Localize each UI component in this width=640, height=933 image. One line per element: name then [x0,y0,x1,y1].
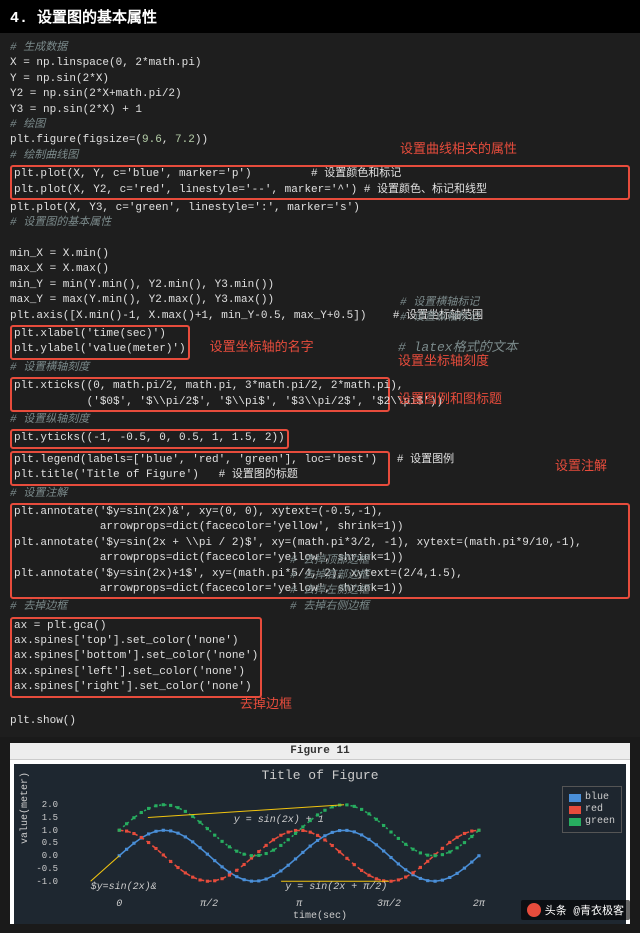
figure-window-title: Figure 11 [10,743,630,760]
chart-annotation: $y=sin(2x)& [91,882,157,893]
legend-item-red: red [569,804,615,815]
code-comment: # 设置横轴刻度 [10,361,630,376]
chart-ytick: 0.0 [32,851,58,861]
annotation-legend-title: 设置图例和图标题 [398,391,502,409]
code-line: plt.plot(X, Y, c='blue', marker='p') # 设… [14,167,626,182]
code-line: plt.annotate('$y=sin(2x)&', xy=(0, 0), x… [14,505,626,520]
highlight-box-xticks: plt.xticks((0, math.pi/2, math.pi, 3*mat… [10,377,390,412]
code-comment: # 设置纵轴刻度 [10,413,630,428]
chart-ylabel: value(meter) [20,772,31,844]
section-header: 4. 设置图的基本属性 [0,0,640,33]
code-line: min_X = X.min() [10,247,630,262]
annotation-axis-names: 设置坐标轴的名字 [210,340,314,355]
code-comment: # 绘制曲线图 [10,149,630,164]
chart-annotation: y = sin(2x) + 1 [234,815,324,826]
code-comment: # 去掉右侧边框 [290,600,369,615]
code-comment: # 去掉底部边框 [290,569,369,584]
chart-xtick: π/2 [200,899,218,910]
code-line: plt.annotate('$y=sin(2x + \\pi / 2)$', x… [14,536,626,551]
code-line: ax.spines['right'].set_color('none') [14,680,258,695]
code-line: plt.plot(X, Y3, c='green', linestyle=':'… [10,201,630,216]
annotation-axis-ticks: 设置坐标轴刻度 [398,353,489,371]
chart-ytick: -1.0 [32,877,58,887]
code-line: plt.plot(X, Y2, c='red', linestyle='--',… [14,183,626,198]
code-line: ax.spines['bottom'].set_color('none') [14,649,258,664]
code-line: arrowprops=dict(facecolor='yellow', shri… [14,520,626,535]
attribution-text: 头条 @青衣极客 [545,902,624,918]
code-line: plt.yticks((-1, -0.5, 0, 0.5, 1, 1.5, 2)… [14,432,285,444]
code-line: Y = np.sin(2*X) [10,72,630,87]
chart-xtick: 0 [116,899,122,910]
chart-title: Title of Figure [14,764,626,783]
code-comment: # 生成数据 [10,41,630,56]
annotation-curve-props: 设置曲线相关的属性 [400,141,517,159]
figure-window: Figure 11 Title of Figure value(meter) -… [10,743,630,924]
code-line: plt.axis([X.min()-1, X.max()+1, min_Y-0.… [10,309,630,324]
code-comment: # 设置图的基本属性 [10,216,630,231]
code-line: min_Y = min(Y.min(), Y2.min(), Y3.min()) [10,278,630,293]
chart-ytick: 1.0 [32,826,58,836]
highlight-box-yticks: plt.yticks((-1, -0.5, 0, 0.5, 1, 1.5, 2)… [10,429,289,448]
code-comment: # 设置横轴标记 [400,296,479,311]
code-line: max_Y = max(Y.min(), Y2.max(), Y3.max()) [10,293,630,308]
chart-svg [62,792,536,894]
code-block: # 生成数据 X = np.linspace(0, 2*math.pi) Y =… [0,33,640,737]
code-line: plt.title('Title of Figure') # 设置图的标题 [14,468,386,483]
annotation-annotate: 设置注解 [555,458,607,476]
code-comment: # 去掉顶部边框 [290,554,369,569]
chart-ytick: 0.5 [32,838,58,848]
code-line: plt.legend(labels=['blue', 'red', 'green… [14,453,386,468]
code-line: plt.xticks((0, math.pi/2, math.pi, 3*mat… [14,379,386,394]
attribution-badge: 头条 @青衣极客 [521,900,630,920]
code-line: max_X = X.max() [10,262,630,277]
chart-xtick: π [296,899,302,910]
code-line: plt.xlabel('time(sec)') [14,327,186,342]
highlight-box-labels: plt.xlabel('time(sec)') plt.ylabel('valu… [10,325,190,360]
code-comment: # 去掉左侧边框 [290,584,369,599]
attribution-icon [527,903,541,917]
code-line: ax.spines['left'].set_color('none') [14,665,258,680]
code-line: ('$0$', '$\\pi/2$', '$\\pi$', '$3\\pi/2$… [14,395,386,410]
chart-ytick: 1.5 [32,813,58,823]
chart-xtick: 3π/2 [377,899,401,910]
code-line: Y3 = np.sin(2*X) + 1 [10,103,630,118]
code-line: plt.show() [10,714,630,729]
legend-item-blue: blue [569,792,615,803]
legend-item-green: green [569,816,615,827]
code-comment: # 设置注解 [10,487,630,502]
code-comment: # 设置纵轴标记 [400,311,479,326]
chart-ytick: -0.5 [32,864,58,874]
chart-annotation: y = sin(2x + π/2) [285,882,387,893]
annotation-remove-border: 去掉边框 [240,696,292,714]
chart-legend: blue red green [562,786,622,833]
code-line: plt.figure(figsize=(9.6, 7.2)) [10,133,630,148]
code-line: X = np.linspace(0, 2*math.pi) [10,56,630,71]
code-comment: # 绘图 [10,118,630,133]
chart-xtick: 2π [473,899,485,910]
code-line: ax.spines['top'].set_color('none') [14,634,258,649]
code-line: plt.ylabel('value(meter)') [14,342,186,357]
highlight-box-legend-title: plt.legend(labels=['blue', 'red', 'green… [10,451,390,486]
code-line: ax = plt.gca() [14,619,258,634]
code-line: Y2 = np.sin(2*X+math.pi/2) [10,87,630,102]
chart-ytick: 2.0 [32,800,58,810]
highlight-box-spines: ax = plt.gca() ax.spines['top'].set_colo… [10,617,262,698]
highlight-box-plot: plt.plot(X, Y, c='blue', marker='p') # 设… [10,165,630,200]
